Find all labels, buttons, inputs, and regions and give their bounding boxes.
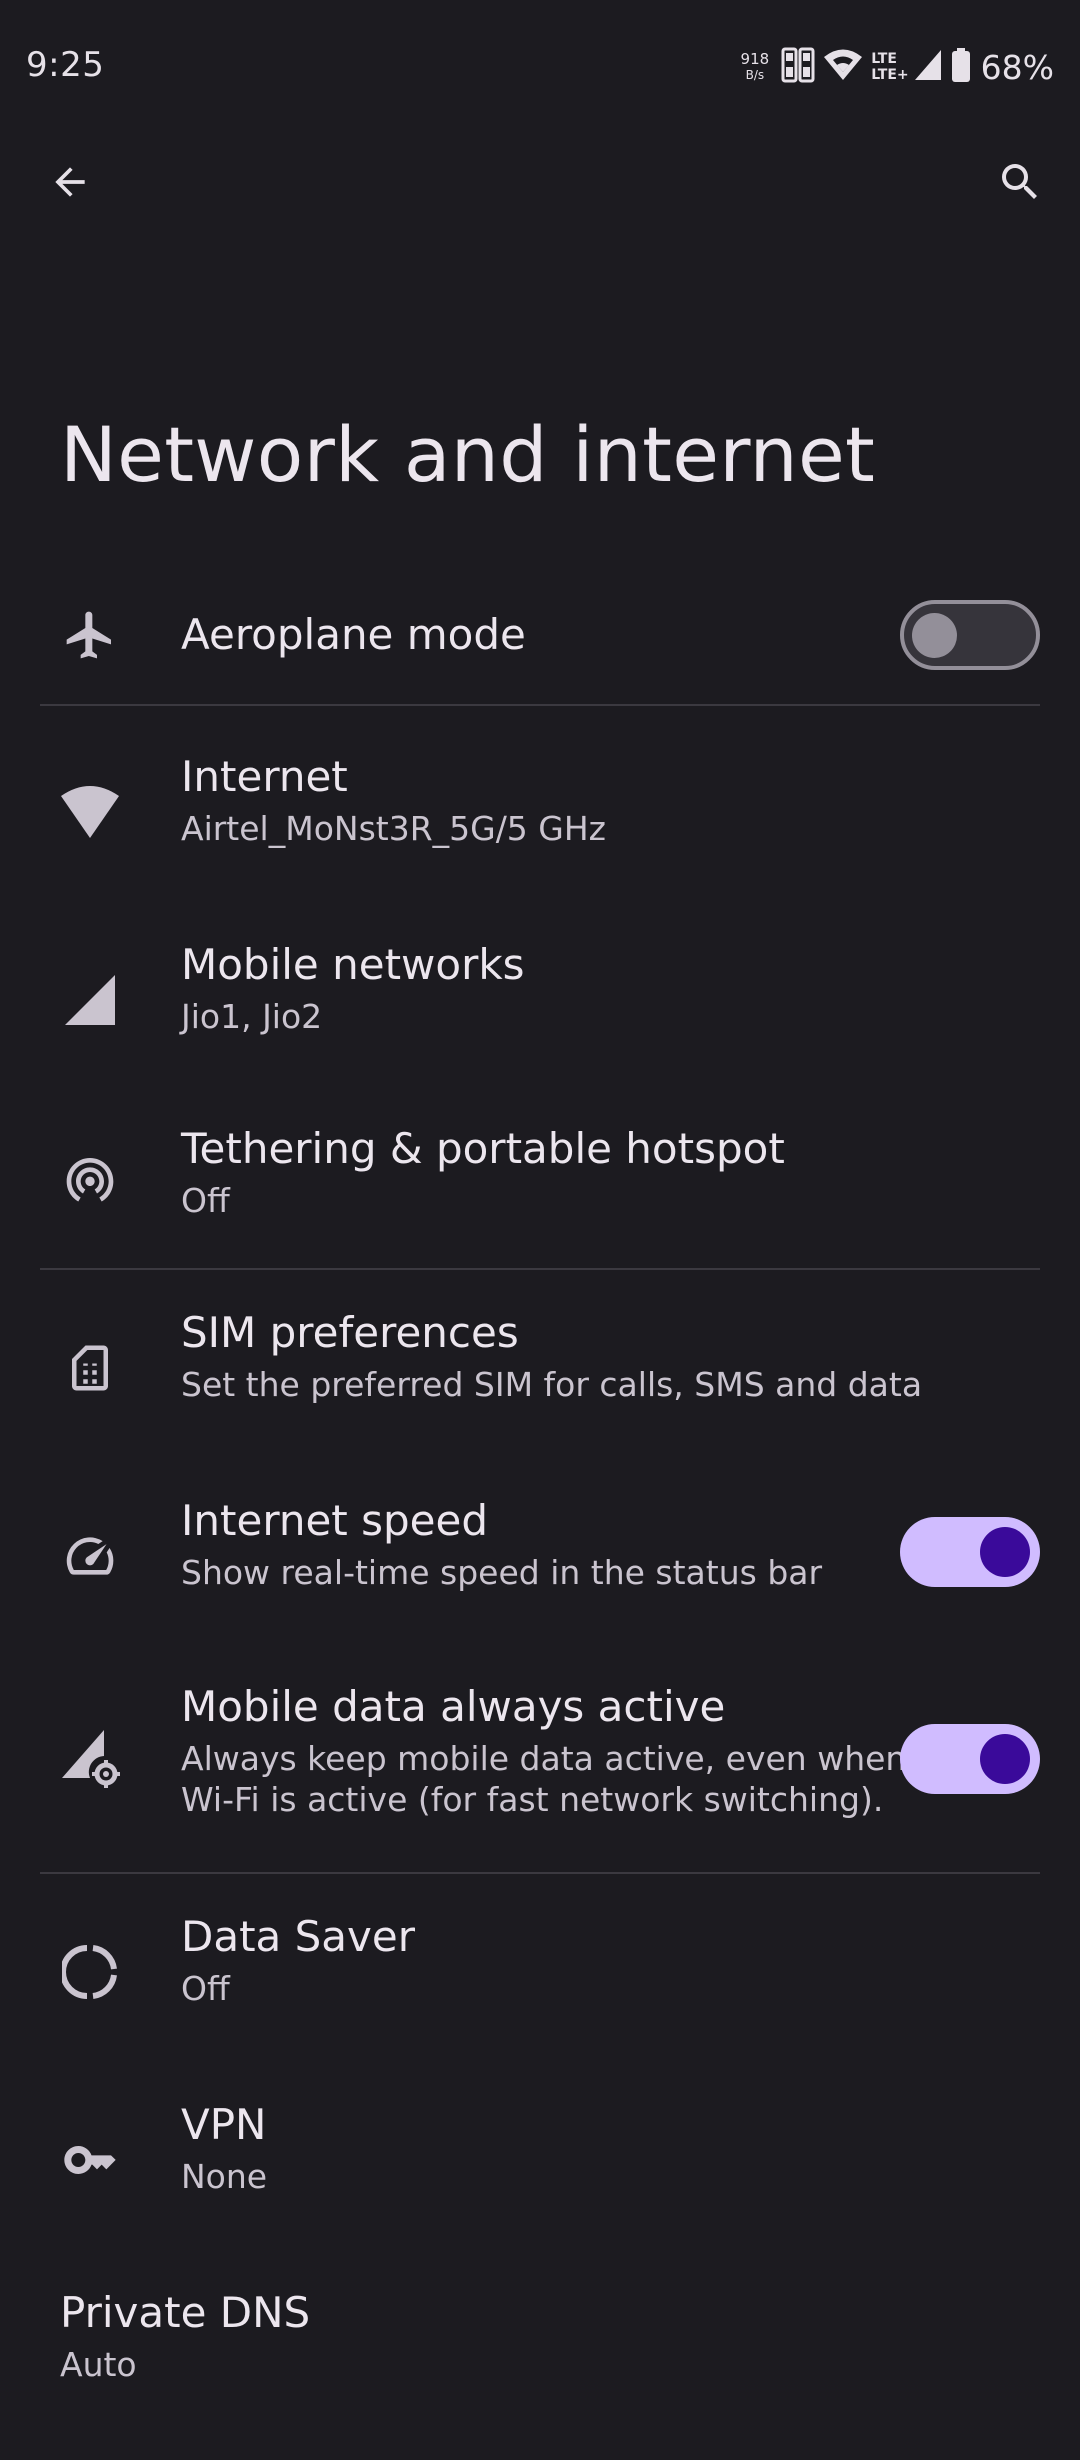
lte-label-bottom: LTE+: [871, 67, 909, 83]
mobile-data-always-active-row[interactable]: Mobile data always active Always keep mo…: [0, 1654, 1080, 1864]
wifi-status-icon: [823, 48, 863, 86]
sim-card-icon: [56, 1334, 124, 1402]
dual-sim-icon: [781, 47, 815, 87]
mobile-data-always-active-toggle[interactable]: [900, 1724, 1040, 1794]
mobile-networks-row[interactable]: Mobile networks Jio1, Jio2: [0, 910, 1080, 1090]
search-icon: [996, 158, 1044, 210]
sim-preferences-row[interactable]: SIM preferences Set the preferred SIM fo…: [0, 1278, 1080, 1458]
arrow-back-icon: [48, 160, 92, 208]
battery-icon: [951, 47, 971, 87]
cell-signal-icon: [56, 966, 124, 1034]
internet-speed-row[interactable]: Internet speed Show real-time speed in t…: [0, 1466, 1080, 1646]
private-dns-title: Private DNS: [60, 2288, 311, 2337]
signal-settings-icon: [56, 1724, 124, 1792]
tethering-title: Tethering & portable hotspot: [181, 1124, 785, 1173]
private-dns-row[interactable]: Private DNS Auto: [0, 2258, 1080, 2438]
sim-preferences-title: SIM preferences: [181, 1308, 519, 1357]
internet-row[interactable]: Internet Airtel_MoNst3R_5G/5 GHz: [0, 722, 1080, 902]
mobile-networks-summary: Jio1, Jio2: [181, 997, 323, 1036]
private-dns-summary: Auto: [60, 2345, 137, 2384]
internet-speed-title: Internet speed: [181, 1496, 489, 1545]
hotspot-icon: [56, 1145, 124, 1213]
divider: [40, 1872, 1040, 1874]
aeroplane-mode-toggle[interactable]: [900, 600, 1040, 670]
divider: [40, 704, 1040, 706]
toggle-thumb: [912, 613, 957, 658]
sim-preferences-summary: Set the preferred SIM for calls, SMS and…: [181, 1365, 923, 1404]
back-button[interactable]: [26, 140, 114, 228]
status-bar: 9:25 918 B/s LTE LTE+ 68%: [0, 0, 1080, 130]
battery-percentage: 68%: [980, 47, 1054, 87]
network-speed-value: 918: [740, 50, 770, 68]
network-speed-indicator: 918 B/s: [741, 51, 770, 83]
lte-label-top: LTE: [871, 51, 897, 67]
internet-summary: Airtel_MoNst3R_5G/5 GHz: [181, 809, 607, 848]
search-button[interactable]: [976, 140, 1064, 228]
internet-speed-toggle[interactable]: [900, 1517, 1040, 1587]
airplane-icon: [56, 601, 124, 669]
vpn-summary: None: [181, 2157, 268, 2196]
wifi-icon: [56, 778, 124, 846]
mobile-networks-title: Mobile networks: [181, 940, 525, 989]
mobile-data-always-active-summary-line-1: Always keep mobile data active, even whe…: [181, 1739, 907, 1778]
lte-indicator: LTE LTE+: [871, 51, 908, 83]
status-time: 9:25: [26, 45, 105, 85]
vpn-row[interactable]: VPN None: [0, 2070, 1080, 2250]
cell-signal-icon: [913, 48, 943, 86]
vpn-title: VPN: [181, 2100, 267, 2149]
aeroplane-mode-title: Aeroplane mode: [181, 610, 526, 659]
aeroplane-mode-row[interactable]: Aeroplane mode: [0, 578, 1080, 692]
network-speed-unit: B/s: [745, 68, 765, 82]
data-saver-title: Data Saver: [181, 1912, 415, 1961]
mobile-data-always-active-summary-line-2: Wi-Fi is active (for fast network switch…: [181, 1780, 884, 1819]
data-saver-icon: [56, 1938, 124, 2006]
data-saver-summary: Off: [181, 1969, 230, 2008]
tethering-hotspot-row[interactable]: Tethering & portable hotspot Off: [0, 1098, 1080, 1258]
toggle-thumb: [980, 1527, 1030, 1577]
page-title: Network and internet: [60, 410, 876, 499]
divider: [40, 1268, 1040, 1270]
data-saver-row[interactable]: Data Saver Off: [0, 1882, 1080, 2062]
mobile-data-always-active-title: Mobile data always active: [181, 1682, 726, 1731]
toggle-thumb: [980, 1734, 1030, 1784]
internet-title: Internet: [181, 752, 348, 801]
key-icon: [56, 2126, 124, 2194]
speedometer-icon: [56, 1522, 124, 1590]
status-icons: 918 B/s LTE LTE+ 68%: [741, 44, 1054, 90]
internet-speed-summary: Show real-time speed in the status bar: [181, 1553, 823, 1592]
tethering-summary: Off: [181, 1181, 230, 1220]
